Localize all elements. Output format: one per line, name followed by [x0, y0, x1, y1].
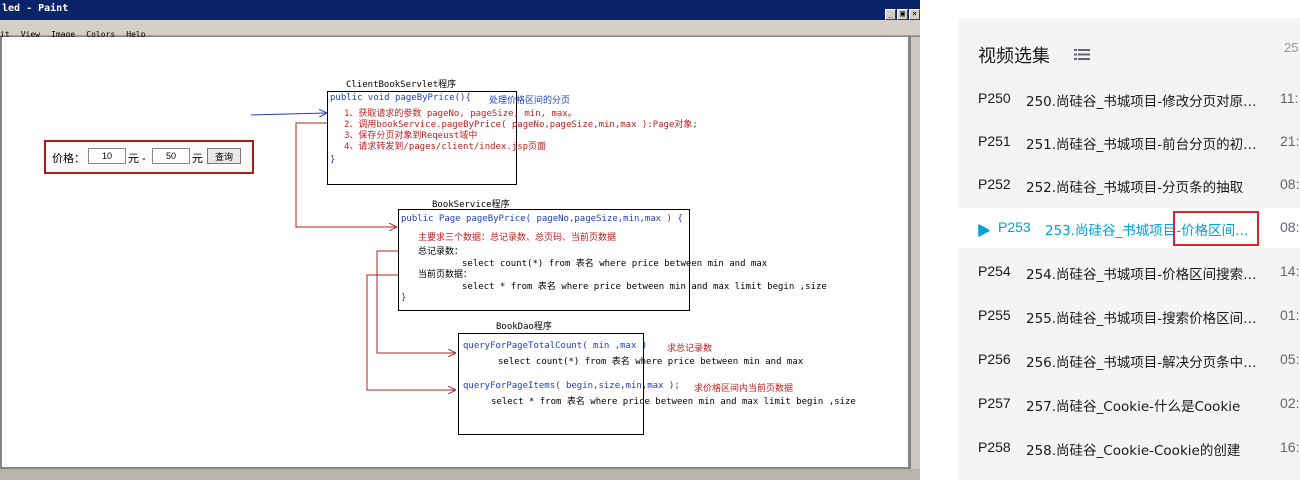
playlist-title: 视频选集 [978, 46, 1050, 67]
dao-method-2-sql: select * from 表名 where price between min… [491, 397, 856, 407]
episode-duration: 14: [1280, 263, 1300, 279]
dao-method-2: queryForPageItems( begin,size,min,max ); [463, 381, 680, 391]
episode-item-p254[interactable]: P254 254.尚硅谷_书城项目-价格区间搜索… 14: [958, 252, 1300, 292]
unit-label-2: 元 [192, 153, 203, 165]
episode-duration: 08: [1280, 219, 1300, 235]
episode-item-p251[interactable]: P251 251.尚硅谷_书城项目-前台分页的初… 21: [958, 122, 1300, 162]
episode-title: 256.尚硅谷_书城项目-解决分页条中… [1026, 355, 1257, 371]
episode-title: 251.尚硅谷_书城项目-前台分页的初… [1026, 137, 1257, 153]
servlet-close: } [330, 155, 336, 165]
service-page-sql: select * from 表名 where price between min… [462, 282, 827, 292]
dao-method-1-note: 求总记录数 [667, 344, 713, 354]
title-bar: led - Paint _ ▣ × [0, 0, 920, 20]
menu-bar: it View Image Colors Help [0, 20, 920, 39]
playlist-panel: 视频选集 25 P250 250.尚硅谷_书城项目-修改分页对原… 11: P2… [958, 0, 1300, 480]
servlet-signature: public void pageByPrice(){ [330, 93, 471, 103]
servlet-step-4: 4、请求转发到/pages/client/index.jsp页面 [344, 142, 547, 152]
episode-item-p255[interactable]: P255 255.尚硅谷_书城项目-搜索价格区间… 01: [958, 296, 1300, 336]
episode-duration: 21: [1280, 133, 1300, 149]
episode-duration: 01: [1280, 307, 1300, 323]
service-total-label: 总记录数： [418, 247, 464, 257]
episode-code: P252 [978, 176, 1011, 192]
episode-code: P258 [978, 439, 1011, 455]
episode-code: P254 [978, 263, 1011, 279]
window-title: led - Paint [2, 3, 69, 14]
dao-method-1-sql: select count(*) from 表名 where price betw… [498, 357, 804, 367]
episode-title: 257.尚硅谷_Cookie-什么是Cookie [1026, 399, 1241, 415]
episode-code: P255 [978, 307, 1011, 323]
dao-heading: BookDao程序 [496, 322, 552, 332]
episode-item-p252[interactable]: P252 252.尚硅谷_书城项目-分页条的抽取 08: [958, 165, 1300, 205]
episode-item-p257[interactable]: P257 257.尚硅谷_Cookie-什么是Cookie 02: [958, 384, 1300, 424]
episode-duration: 11: [1280, 90, 1299, 106]
highlight-annotation-box [1173, 211, 1259, 246]
horizontal-scrollbar[interactable] [0, 469, 920, 480]
service-note: 主要求三个数据：总记录数、总页码、当前页数据 [418, 233, 617, 243]
close-button[interactable]: × [909, 9, 920, 20]
episode-duration: 16: [1280, 439, 1300, 455]
arrow-filter-to-servlet [250, 113, 326, 115]
episode-title: 255.尚硅谷_书城项目-搜索价格区间… [1026, 311, 1257, 327]
episode-duration: 02: [1280, 395, 1300, 411]
query-button[interactable]: 查询 [207, 148, 241, 164]
episode-item-p250[interactable]: P250 250.尚硅谷_书城项目-修改分页对原… 11: [958, 79, 1300, 119]
price-label: 价格： [52, 153, 85, 165]
dao-method-1: queryForPageTotalCount( min ,max ) [463, 341, 648, 351]
dao-method-2-note: 求价格区间内当前页数据 [694, 384, 794, 394]
episode-item-p256[interactable]: P256 256.尚硅谷_书城项目-解决分页条中… 05: [958, 340, 1300, 380]
episode-code: P251 [978, 133, 1011, 149]
episode-title: 252.尚硅谷_书城项目-分页条的抽取 [1026, 180, 1244, 196]
episode-title: 254.尚硅谷_书城项目-价格区间搜索… [1026, 267, 1257, 283]
service-total-sql: select count(*) from 表名 where price betw… [462, 259, 768, 269]
episode-duration: 05: [1280, 351, 1300, 367]
minimize-button[interactable]: _ [885, 9, 896, 20]
episode-code: P257 [978, 395, 1011, 411]
episode-title: 258.尚硅谷_Cookie-Cookie的创建 [1026, 443, 1241, 459]
price-filter-form: 价格： 元 - 元 查询 [44, 140, 254, 174]
playing-icon [978, 222, 990, 241]
episode-duration: 08: [1280, 176, 1300, 192]
min-price-input[interactable] [88, 148, 126, 164]
episode-code: P256 [978, 351, 1011, 367]
playlist-count: 25 [1284, 40, 1299, 55]
episode-item-p258[interactable]: P258 258.尚硅谷_Cookie-Cookie的创建 16: [958, 428, 1300, 468]
vertical-scrollbar[interactable] [911, 37, 920, 469]
panel-top-strip [958, 0, 1300, 18]
episode-code: P253 [998, 219, 1031, 235]
episode-title: 250.尚硅谷_书城项目-修改分页对原… [1026, 94, 1257, 110]
paint-canvas[interactable]: 价格： 元 - 元 查询 ClientBookServlet程序 public … [2, 37, 908, 467]
max-price-input[interactable] [152, 148, 190, 164]
paint-window: led - Paint _ ▣ × it View Image Colors H… [0, 0, 920, 480]
servlet-heading: ClientBookServlet程序 [346, 80, 457, 90]
service-close: } [401, 293, 407, 303]
list-view-icon[interactable] [1074, 46, 1090, 65]
restore-button[interactable]: ▣ [897, 9, 908, 20]
episode-code: P250 [978, 90, 1011, 106]
servlet-comment: 处理价格区间的分页 [489, 96, 571, 106]
unit-label-1: 元 - [128, 153, 146, 165]
service-signature: public Page pageByPrice( pageNo,pageSize… [401, 214, 683, 224]
